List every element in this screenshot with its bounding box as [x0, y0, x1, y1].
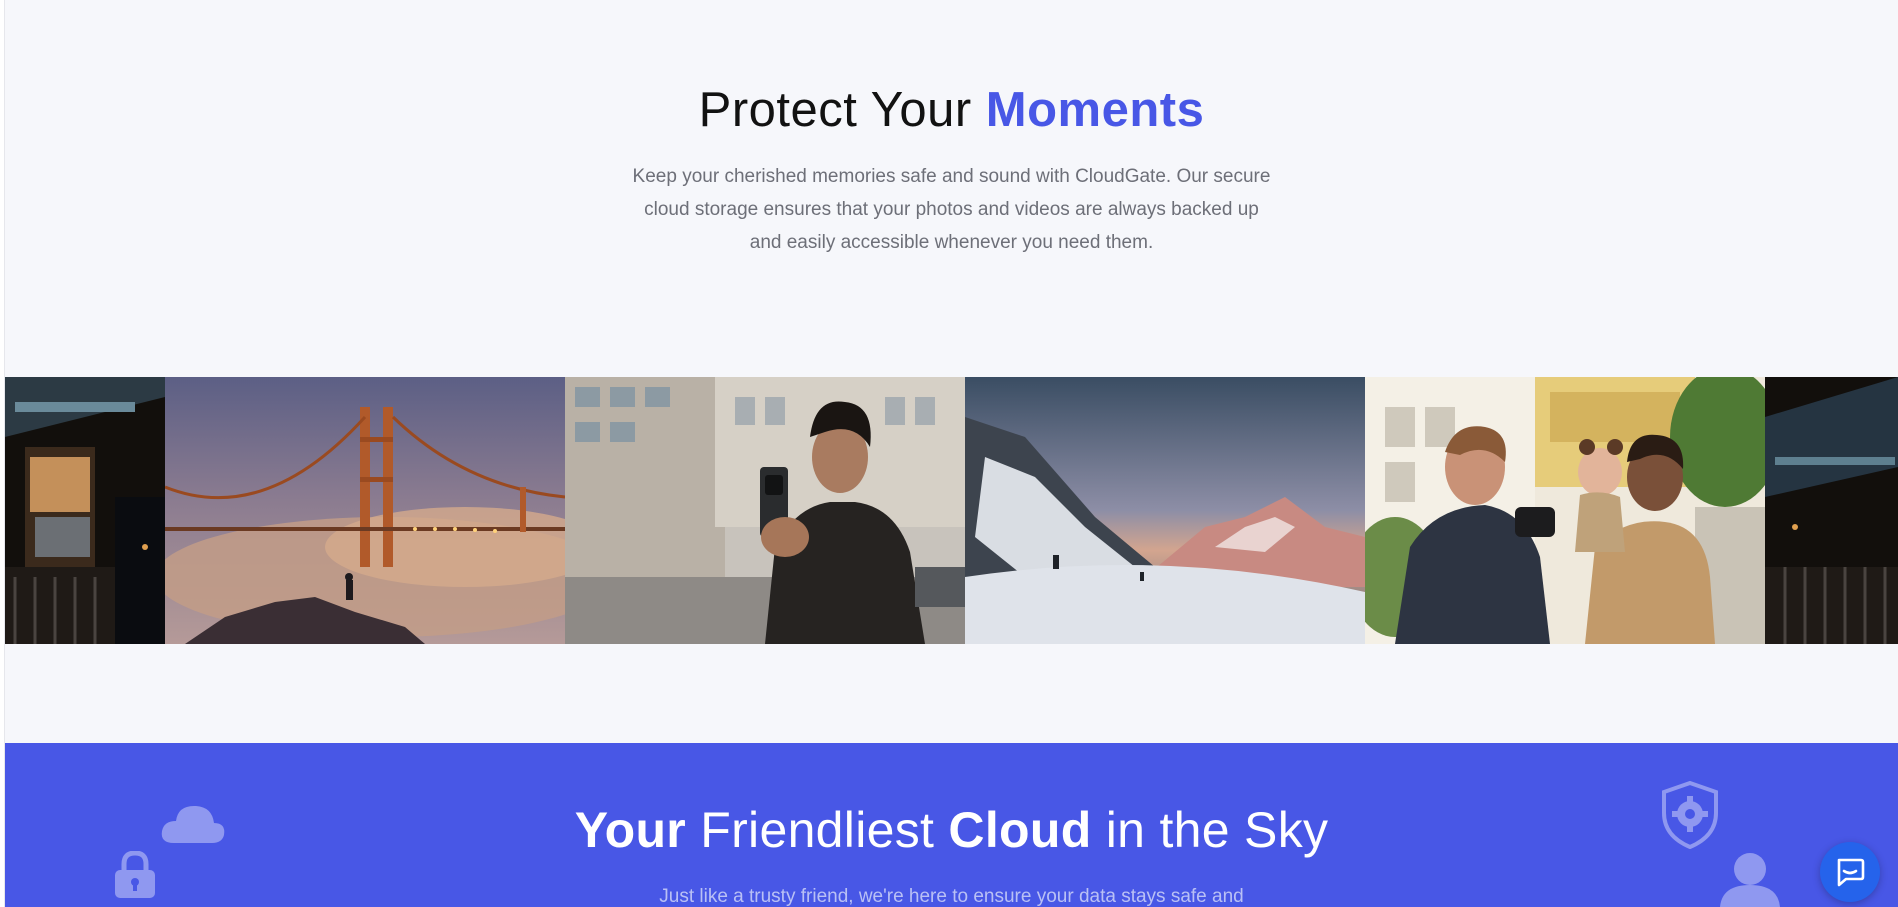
gallery-photo-3 — [565, 377, 965, 644]
band-title-part3: Cloud — [948, 802, 1092, 858]
gallery-photo-5 — [1365, 377, 1765, 644]
night-building-balcony-photo — [1765, 377, 1898, 644]
golden-gate-bridge-fog-photo — [165, 377, 565, 644]
band-title-part4: in the Sky — [1091, 802, 1329, 858]
title-accent: Moments — [985, 83, 1205, 137]
gallery-photo-2 — [165, 377, 565, 644]
section-title: Protect Your Moments — [5, 0, 1898, 142]
night-building-balcony-photo — [5, 377, 165, 644]
band-title-part1: Your — [574, 802, 687, 858]
section-description: Keep your cherished memories safe and so… — [632, 166, 1271, 253]
friendliest-cloud-section: Your Friendliest Cloud in the Sky Just l… — [5, 743, 1898, 907]
chat-bubble-icon — [1837, 858, 1865, 887]
chat-button[interactable] — [1820, 842, 1880, 902]
page: Protect Your Moments Keep your cherished… — [0, 0, 1898, 907]
band-title-part2: Friendliest — [686, 802, 949, 858]
band-title: Your Friendliest Cloud in the Sky — [5, 800, 1898, 860]
family-with-baby-camera-photo — [1365, 377, 1765, 644]
snowy-mountain-sunset-photo — [965, 377, 1365, 644]
photo-gallery-strip — [5, 377, 1898, 644]
gallery-photo-6 — [1765, 377, 1898, 644]
gallery-photo-4 — [965, 377, 1365, 644]
gallery-photo-1 — [5, 377, 165, 644]
title-plain: Protect Your — [698, 83, 986, 137]
band-description: Just like a trusty friend, we're here to… — [659, 886, 1244, 907]
man-with-phone-street-photo — [565, 377, 965, 644]
protect-moments-section: Protect Your Moments Keep your cherished… — [5, 0, 1898, 259]
